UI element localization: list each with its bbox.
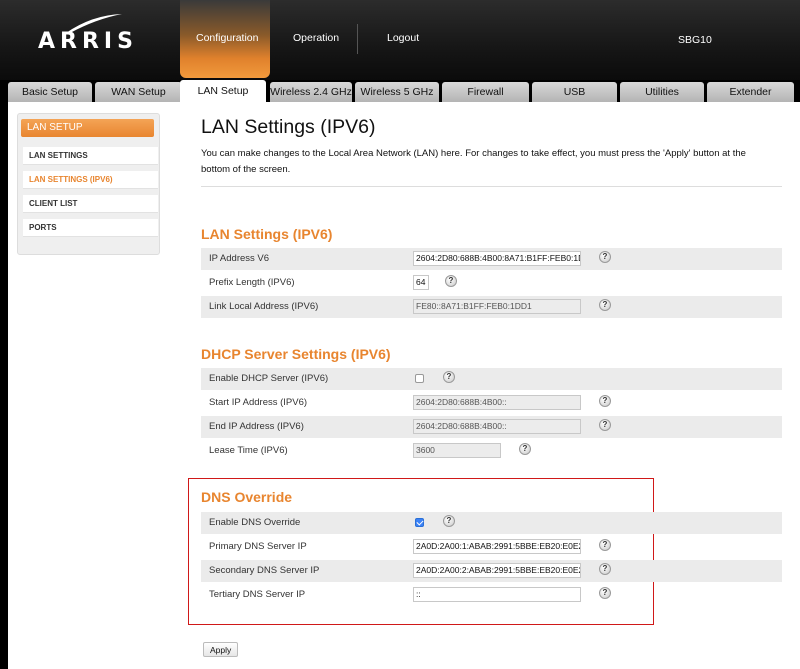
sidebar-item-lan-settings-ipv6[interactable]: LAN SETTINGS (IPV6) [23, 171, 158, 189]
help-icon[interactable]: ? [519, 443, 531, 455]
row-secondary-dns: Secondary DNS Server IP 2A0D:2A00:2:ABAB… [201, 560, 782, 582]
row-lease-time: Lease Time (IPV6) 3600 ? [201, 440, 782, 462]
end-ip-field[interactable]: 2604:2D80:688B:4B00:: [413, 419, 581, 434]
row-prefix-length: Prefix Length (IPV6) 64 ? [201, 272, 782, 294]
section-title-dns: DNS Override [201, 489, 293, 505]
primary-dns-field[interactable]: 2A0D:2A00:1:ABAB:2991:5BBE:EB20:E0E2 [413, 539, 581, 554]
main-tabs: Basic Setup WAN Setup LAN Setup Wireless… [8, 80, 800, 104]
ip-address-v6-field[interactable]: 2604:2D80:688B:4B00:8A71:B1FF:FEB0:1DD1 [413, 251, 581, 266]
row-link-local: Link Local Address (IPV6) FE80::8A71:B1F… [201, 296, 782, 318]
enable-dhcp-checkbox[interactable] [415, 374, 424, 383]
tab-lan-setup[interactable]: LAN Setup [180, 80, 266, 104]
enable-dns-override-label: Enable DNS Override [209, 517, 301, 528]
tab-extender[interactable]: Extender [707, 82, 794, 102]
apply-button[interactable]: Apply [203, 642, 239, 657]
link-local-label: Link Local Address (IPV6) [209, 301, 319, 312]
sidebar-item-lan-settings[interactable]: LAN SETTINGS [23, 147, 158, 165]
start-ip-label: Start IP Address (IPV6) [209, 397, 308, 408]
section-title-lan: LAN Settings (IPV6) [201, 226, 333, 242]
prefix-length-field[interactable]: 64 [413, 275, 429, 290]
secondary-dns-label: Secondary DNS Server IP [209, 565, 320, 576]
nav-operation[interactable]: Operation [293, 32, 339, 44]
help-icon[interactable]: ? [599, 563, 611, 575]
help-icon[interactable]: ? [599, 299, 611, 311]
primary-dns-label: Primary DNS Server IP [209, 541, 307, 552]
tertiary-dns-label: Tertiary DNS Server IP [209, 589, 306, 600]
row-start-ip: Start IP Address (IPV6) 2604:2D80:688B:4… [201, 392, 782, 414]
tab-usb[interactable]: USB [532, 82, 617, 102]
tab-basic-setup[interactable]: Basic Setup [8, 82, 92, 102]
arris-logo: ARRIS [38, 29, 138, 54]
tab-wireless-5[interactable]: Wireless 5 GHz [355, 82, 439, 102]
row-end-ip: End IP Address (IPV6) 2604:2D80:688B:4B0… [201, 416, 782, 438]
page-intro: You can make changes to the Local Area N… [201, 148, 746, 175]
sidebar-item-ports[interactable]: PORTS [23, 219, 158, 237]
enable-dhcp-label: Enable DHCP Server (IPV6) [209, 373, 329, 384]
row-enable-dhcp: Enable DHCP Server (IPV6) ? [201, 368, 782, 390]
nav-configuration[interactable]: Configuration [196, 32, 258, 44]
content-panel: LAN SETUP LAN SETTINGS LAN SETTINGS (IPV… [8, 102, 800, 669]
help-icon[interactable]: ? [599, 251, 611, 263]
end-ip-label: End IP Address (IPV6) [209, 421, 304, 432]
tertiary-dns-field[interactable]: :: [413, 587, 581, 602]
secondary-dns-field[interactable]: 2A0D:2A00:2:ABAB:2991:5BBE:EB20:E0E2 [413, 563, 581, 578]
help-icon[interactable]: ? [599, 395, 611, 407]
top-header: ARRIS Configuration Operation Logout SBG… [0, 0, 800, 80]
row-primary-dns: Primary DNS Server IP 2A0D:2A00:1:ABAB:2… [201, 536, 782, 558]
tab-firewall[interactable]: Firewall [442, 82, 529, 102]
tab-wan-setup[interactable]: WAN Setup [95, 82, 182, 102]
help-icon[interactable]: ? [599, 587, 611, 599]
lease-time-label: Lease Time (IPV6) [209, 445, 288, 456]
sidebar: LAN SETUP LAN SETTINGS LAN SETTINGS (IPV… [17, 113, 160, 255]
nav-logout[interactable]: Logout [387, 32, 419, 44]
tab-wireless-24[interactable]: Wireless 2.4 GHz [270, 82, 352, 102]
row-tertiary-dns: Tertiary DNS Server IP :: ? [201, 584, 782, 606]
help-icon[interactable]: ? [599, 539, 611, 551]
row-ip-address-v6: IP Address V6 2604:2D80:688B:4B00:8A71:B… [201, 248, 782, 270]
enable-dns-override-checkbox[interactable] [415, 518, 424, 527]
prefix-length-label: Prefix Length (IPV6) [209, 277, 295, 288]
lease-time-field[interactable]: 3600 [413, 443, 501, 458]
help-icon[interactable]: ? [443, 371, 455, 383]
section-title-dhcp: DHCP Server Settings (IPV6) [201, 346, 391, 362]
sidebar-title: LAN SETUP [21, 119, 154, 137]
model-label: SBG10 [678, 34, 712, 46]
help-icon[interactable]: ? [445, 275, 457, 287]
nav-separator [357, 24, 358, 54]
row-enable-dns-override: Enable DNS Override ? [201, 512, 782, 534]
sidebar-item-client-list[interactable]: CLIENT LIST [23, 195, 158, 213]
start-ip-field[interactable]: 2604:2D80:688B:4B00:: [413, 395, 581, 410]
link-local-field: FE80::8A71:B1FF:FEB0:1DD1 [413, 299, 581, 314]
ip-address-v6-label: IP Address V6 [209, 253, 270, 264]
page-title: LAN Settings (IPV6) [201, 116, 376, 138]
divider [201, 186, 782, 187]
help-icon[interactable]: ? [443, 515, 455, 527]
tab-utilities[interactable]: Utilities [620, 82, 704, 102]
help-icon[interactable]: ? [599, 419, 611, 431]
